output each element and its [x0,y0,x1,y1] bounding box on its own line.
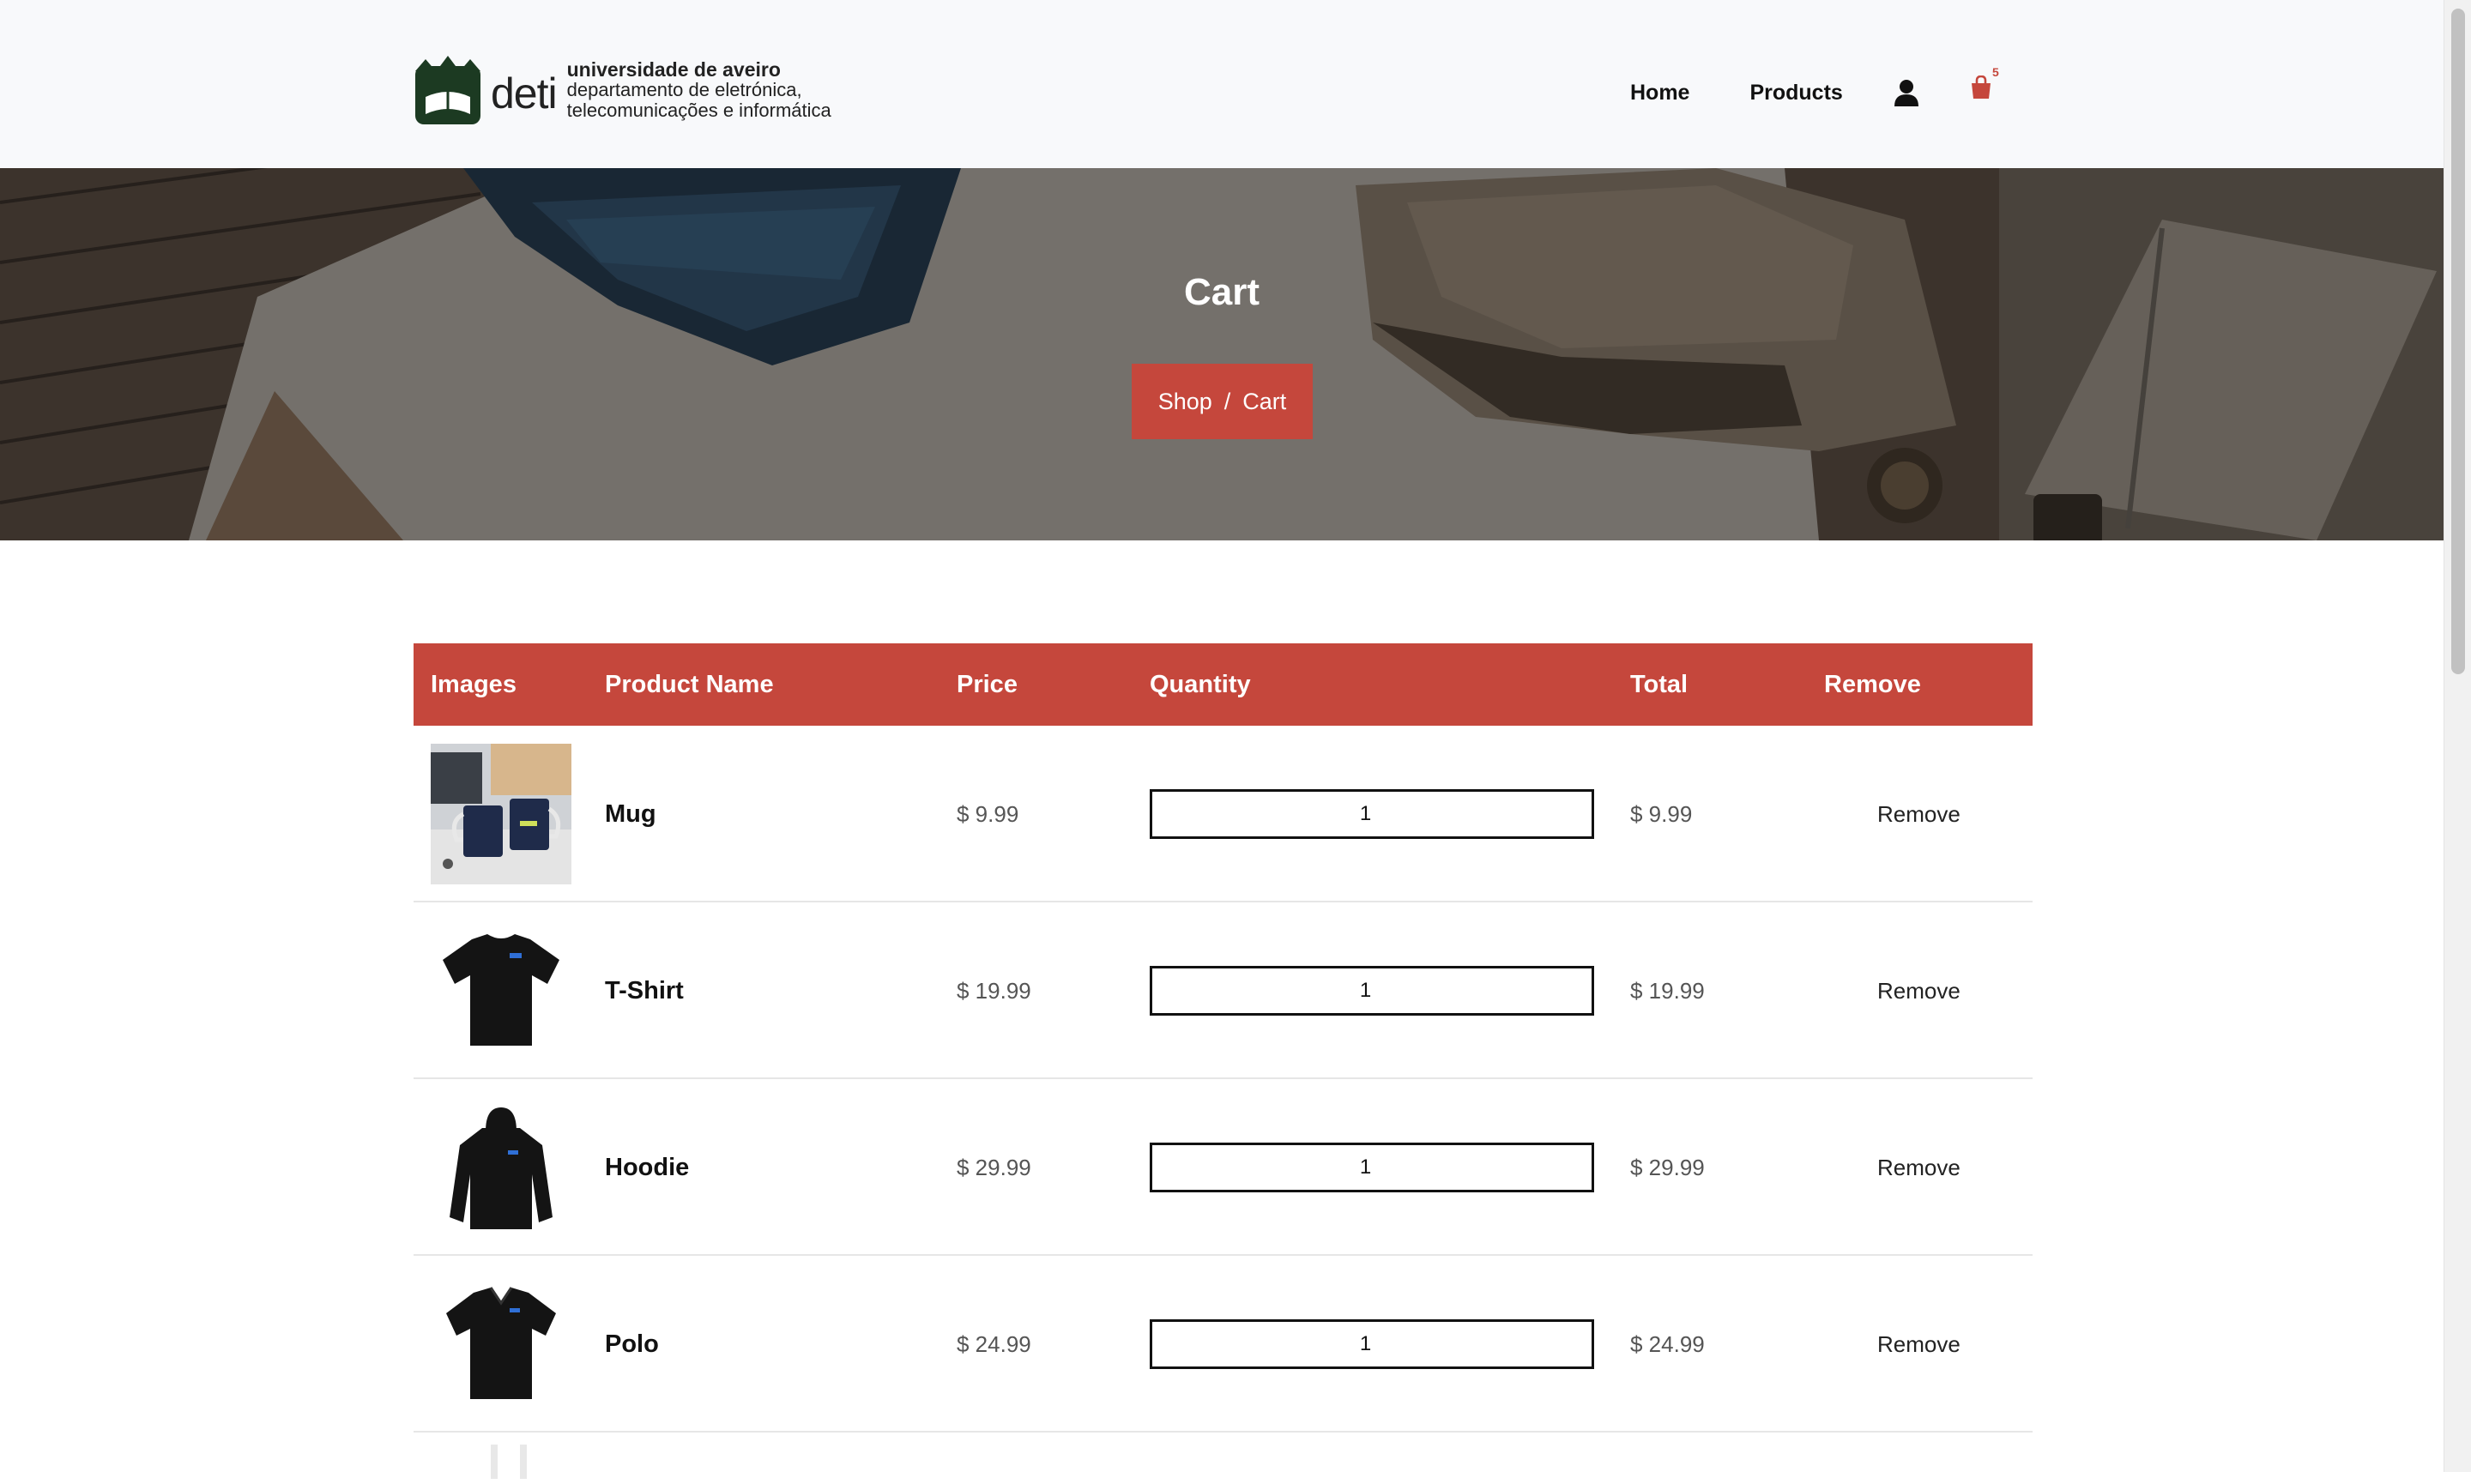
cart-count-badge: 5 [1992,65,1999,79]
quantity-input[interactable] [1150,1319,1594,1369]
product-price: $ 9.99 [957,800,1019,827]
polo-product-image[interactable] [431,1274,571,1415]
product-image-cell [431,902,571,1079]
product-total: $ 24.99 [1630,1330,1705,1357]
quantity-input[interactable] [1150,1143,1594,1192]
product-image-cell [431,1079,571,1256]
column-header-price: Price [957,671,1018,698]
hero-background-image [0,168,2444,540]
scrollbar-thumb[interactable] [2451,9,2465,674]
quantity-cell [1150,1256,1594,1433]
page-scrollbar[interactable] [2444,0,2471,1472]
nav-products-link[interactable]: Products [1749,72,1842,113]
hoodie-product-image[interactable] [431,1097,571,1238]
column-header-quantity: Quantity [1150,671,1251,698]
table-row: Hoodie $ 29.99 $ 29.99 Remove [414,1079,2033,1256]
product-name[interactable]: Hoodie [605,1079,689,1256]
product-name[interactable]: Mug [605,726,656,902]
quantity-cell [1150,902,1594,1079]
page-hero: Cart Shop / Cart [0,168,2444,540]
page-title: Cart [1183,271,1260,313]
logo-deti-word: deti [491,69,558,118]
product-name[interactable]: Polo [605,1256,659,1433]
nav-home-link[interactable]: Home [1630,72,1689,113]
table-row: T-Shirt $ 19.99 $ 19.99 Remove [414,902,2033,1079]
logo-line-1: universidade de aveiro [566,58,781,81]
product-image-cell [431,1256,571,1433]
breadcrumb-current: Cart [1242,388,1287,414]
deti-logo[interactable]: deti universidade de aveiro departamento… [414,51,831,129]
cart-table: Images Product Name Price Quantity Total… [414,643,2033,1484]
breadcrumb-shop-link[interactable]: Shop [1158,389,1212,415]
main-nav: Home Products 5 [1630,65,1999,113]
remove-button[interactable]: Remove [1877,1079,1960,1256]
quantity-cell [1150,1079,1594,1256]
site-header: deti universidade de aveiro departamento… [0,0,2444,168]
product-price: $ 19.99 [957,977,1031,1004]
cart-button[interactable]: 5 [1970,65,1999,100]
product-total: $ 9.99 [1630,800,1693,827]
column-header-product-name: Product Name [605,671,774,698]
product-image-partial [491,1445,527,1479]
remove-button[interactable]: Remove [1877,1256,1960,1433]
logo-line-2: departamento de eletrónica, [566,79,802,100]
column-header-total: Total [1630,671,1689,698]
remove-button[interactable]: Remove [1877,726,1960,902]
table-row: Mug $ 9.99 $ 9.99 Remove [414,726,2033,902]
column-header-remove: Remove [1824,671,1921,698]
shopping-bag-icon [1971,75,1991,99]
table-header: Images Product Name Price Quantity Total… [414,643,2033,726]
remove-button[interactable]: Remove [1877,902,1960,1079]
product-name[interactable]: T-Shirt [605,902,684,1079]
logo-line-3: telecomunicações e informática [566,100,831,121]
product-total: $ 29.99 [1630,1154,1705,1180]
quantity-input[interactable] [1150,789,1594,839]
ua-logo-icon [415,56,480,124]
breadcrumb-separator: / [1223,388,1231,414]
product-image-cell [431,726,571,902]
user-icon[interactable] [1894,79,1918,106]
mug-product-image[interactable] [431,744,571,884]
quantity-cell [1150,726,1594,902]
breadcrumb: Shop / Cart [1132,364,1313,439]
table-row: Polo $ 24.99 $ 24.99 Remove [414,1256,2033,1433]
quantity-input[interactable] [1150,966,1594,1016]
product-price: $ 29.99 [957,1154,1031,1180]
logo-text: universidade de aveiro departamento de e… [567,59,831,121]
table-row-partial [414,1433,2033,1484]
column-header-images: Images [431,671,517,698]
tshirt-product-image[interactable] [431,920,571,1061]
product-total: $ 19.99 [1630,977,1705,1004]
product-price: $ 24.99 [957,1330,1031,1357]
